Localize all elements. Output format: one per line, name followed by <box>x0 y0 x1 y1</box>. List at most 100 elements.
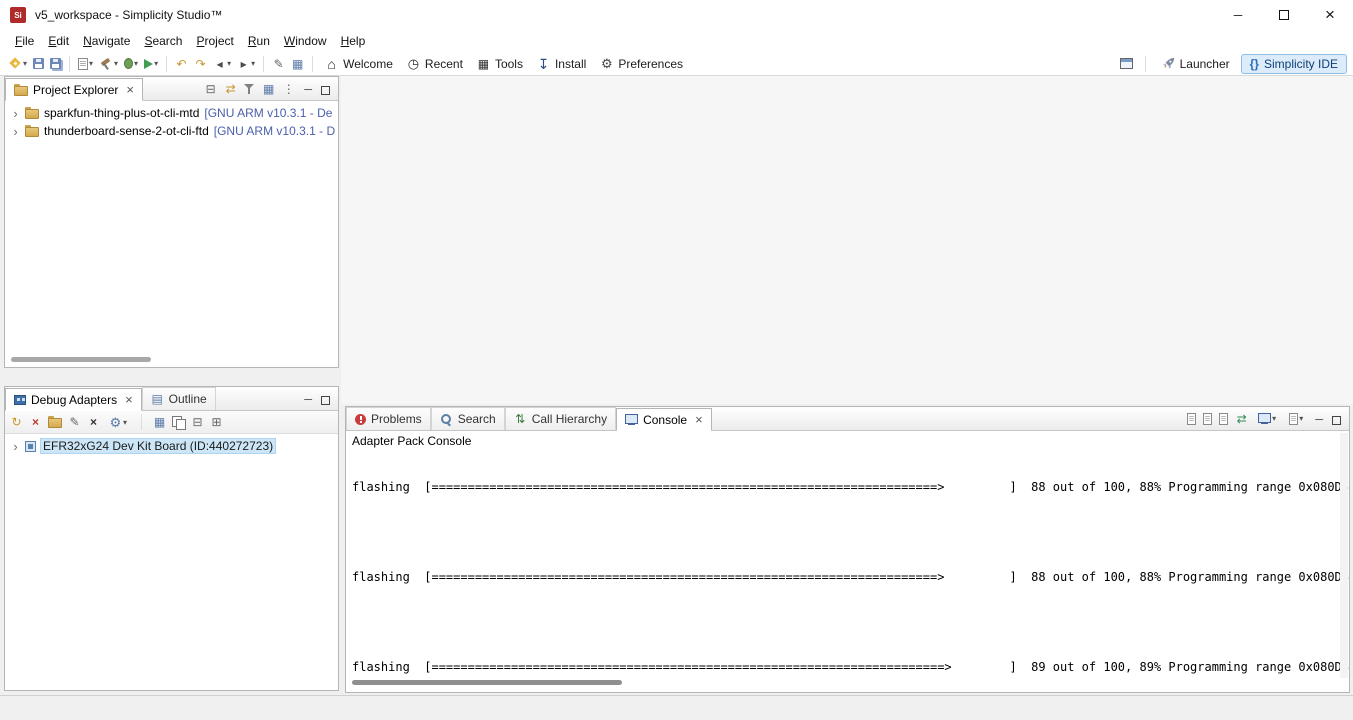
console-panel: Problems Search ⇅ Call Hierarchy Console… <box>345 406 1350 693</box>
tab-label: Console <box>643 413 687 427</box>
tab-project-explorer[interactable]: Project Explorer × <box>5 78 143 101</box>
expand-all-icon[interactable]: ⊞ <box>210 415 223 430</box>
expand-arrow-icon[interactable]: › <box>11 106 20 121</box>
open-perspective-button[interactable] <box>1117 57 1136 70</box>
next-edit-location-button[interactable]: ↷ <box>191 55 210 72</box>
minimize-button[interactable]: ─ <box>1215 0 1261 30</box>
minimize-view-icon[interactable]: ─ <box>304 394 312 406</box>
close-icon[interactable]: × <box>125 392 133 407</box>
close-button[interactable]: × <box>1307 0 1353 30</box>
maximize-icon <box>1279 10 1289 20</box>
last-edit-location-button[interactable]: ↶ <box>172 55 191 72</box>
horizontal-scrollbar[interactable] <box>352 680 622 685</box>
menu-project[interactable]: Project <box>189 32 240 50</box>
tree-item-adapter[interactable]: › EFR32xG24 Dev Kit Board (ID:440272723) <box>5 437 338 455</box>
menu-search[interactable]: Search <box>137 32 189 50</box>
filter-icon[interactable] <box>244 83 255 94</box>
tab-outline[interactable]: ▤ Outline <box>142 387 216 410</box>
tools-button[interactable]: ▦ Tools <box>470 54 530 73</box>
tab-debug-adapters[interactable]: Debug Adapters × <box>5 388 142 411</box>
download-icon: ↧ <box>537 56 550 71</box>
refresh-icon[interactable]: ↻ <box>10 415 23 430</box>
save-all-button[interactable] <box>47 57 64 70</box>
forward-button[interactable]: ▸ ▾ <box>234 55 258 72</box>
adapter-settings-button[interactable]: ⚙ ▾ <box>106 414 130 431</box>
project-name: sparkfun-thing-plus-ot-cli-mtd <box>44 106 199 120</box>
view-minmax: ─ <box>1311 414 1349 430</box>
console-body: Adapter Pack Console flashing [=========… <box>346 431 1349 692</box>
open-console-button[interactable]: ▾ <box>1286 412 1306 426</box>
folder-icon[interactable] <box>48 416 62 428</box>
run-button[interactable]: ▾ <box>141 58 161 70</box>
window-controls: ─ × <box>1215 0 1353 30</box>
minimize-view-icon[interactable]: ─ <box>1315 414 1323 426</box>
new-file-button[interactable]: ▾ <box>75 57 96 71</box>
perspective-simplicity-ide-button[interactable]: {} Simplicity IDE <box>1241 54 1347 74</box>
delete-icon[interactable]: × <box>87 415 100 430</box>
maximize-view-icon[interactable] <box>321 86 330 95</box>
close-icon[interactable]: × <box>126 82 134 97</box>
call-hierarchy-icon: ⇅ <box>514 412 527 427</box>
vertical-scrollbar[interactable] <box>1340 433 1348 678</box>
focus-icon[interactable]: ▦ <box>262 81 275 96</box>
menu-help[interactable]: Help <box>334 32 373 50</box>
tab-label: Outline <box>169 392 207 406</box>
scroll-lock-icon[interactable] <box>1203 413 1212 425</box>
horizontal-scrollbar[interactable] <box>11 357 151 362</box>
install-button[interactable]: ↧ Install <box>530 54 593 73</box>
perspective-launcher-button[interactable]: Launcher <box>1155 55 1237 73</box>
tab-label: Search <box>458 412 496 426</box>
tab-problems[interactable]: Problems <box>346 407 431 430</box>
menu-window[interactable]: Window <box>277 32 334 50</box>
disconnect-icon[interactable]: × <box>29 415 42 430</box>
link-with-editor-button[interactable]: ✎ <box>269 55 288 72</box>
outline-icon: ▤ <box>151 392 164 407</box>
display-console-icon <box>1258 413 1271 424</box>
word-wrap-icon[interactable] <box>1219 413 1228 425</box>
tab-search[interactable]: Search <box>431 407 505 430</box>
table-view-icon[interactable]: ▦ <box>153 415 166 430</box>
debug-button[interactable]: ▾ <box>121 57 141 70</box>
menu-edit[interactable]: Edit <box>41 32 76 50</box>
minimize-icon: ─ <box>1234 8 1243 22</box>
gear-icon: ⚙ <box>600 56 613 71</box>
save-icon <box>33 58 44 69</box>
preferences-button[interactable]: ⚙ Preferences <box>593 54 690 73</box>
chevron-down-icon: ▾ <box>1299 414 1303 423</box>
pin-console-icon[interactable]: ⇄ <box>1235 411 1248 426</box>
tab-console[interactable]: Console × <box>616 408 712 431</box>
maximize-view-icon[interactable] <box>1332 416 1341 425</box>
console-line: flashing [==============================… <box>352 480 1349 495</box>
menu-file[interactable]: File <box>8 32 41 50</box>
minimize-view-icon[interactable]: ─ <box>304 84 312 96</box>
back-arrow-icon: ◂ <box>213 56 226 71</box>
new-wizard-button[interactable]: ▾ <box>6 56 30 71</box>
maximize-button[interactable] <box>1261 0 1307 30</box>
back-button[interactable]: ◂ ▾ <box>210 55 234 72</box>
skip-breakpoints-button[interactable]: ▦ <box>288 55 307 72</box>
recent-button[interactable]: ◷ Recent <box>400 54 470 73</box>
console-output: flashing [==============================… <box>346 449 1349 692</box>
tree-item-project[interactable]: › sparkfun-thing-plus-ot-cli-mtd [GNU AR… <box>5 104 338 122</box>
maximize-view-icon[interactable] <box>321 396 330 405</box>
chevron-down-icon: ▾ <box>154 59 158 68</box>
expand-arrow-icon[interactable]: › <box>11 124 20 139</box>
tab-call-hierarchy[interactable]: ⇅ Call Hierarchy <box>505 407 616 430</box>
save-button[interactable] <box>30 57 47 70</box>
tree-item-project[interactable]: › thunderboard-sense-2-ot-cli-ftd [GNU A… <box>5 122 338 140</box>
link-with-editor-icon[interactable]: ⇄ <box>224 81 237 96</box>
clear-console-icon[interactable] <box>1187 413 1196 425</box>
display-selected-console-button[interactable]: ▾ <box>1255 412 1279 425</box>
welcome-button[interactable]: ⌂ Welcome <box>318 54 400 73</box>
build-button[interactable]: ▾ <box>96 56 121 72</box>
menu-navigate[interactable]: Navigate <box>76 32 137 50</box>
collapse-all-icon[interactable]: ⊟ <box>191 415 204 430</box>
perspective-switcher: Launcher {} Simplicity IDE <box>1117 54 1347 74</box>
rename-icon[interactable]: ✎ <box>68 415 81 430</box>
view-menu-icon[interactable]: ⋮ <box>282 81 295 96</box>
copy-icon[interactable] <box>172 416 185 429</box>
close-icon[interactable]: × <box>695 412 703 427</box>
expand-arrow-icon[interactable]: › <box>11 439 20 454</box>
menu-run[interactable]: Run <box>241 32 277 50</box>
collapse-all-icon[interactable]: ⊟ <box>204 81 217 96</box>
